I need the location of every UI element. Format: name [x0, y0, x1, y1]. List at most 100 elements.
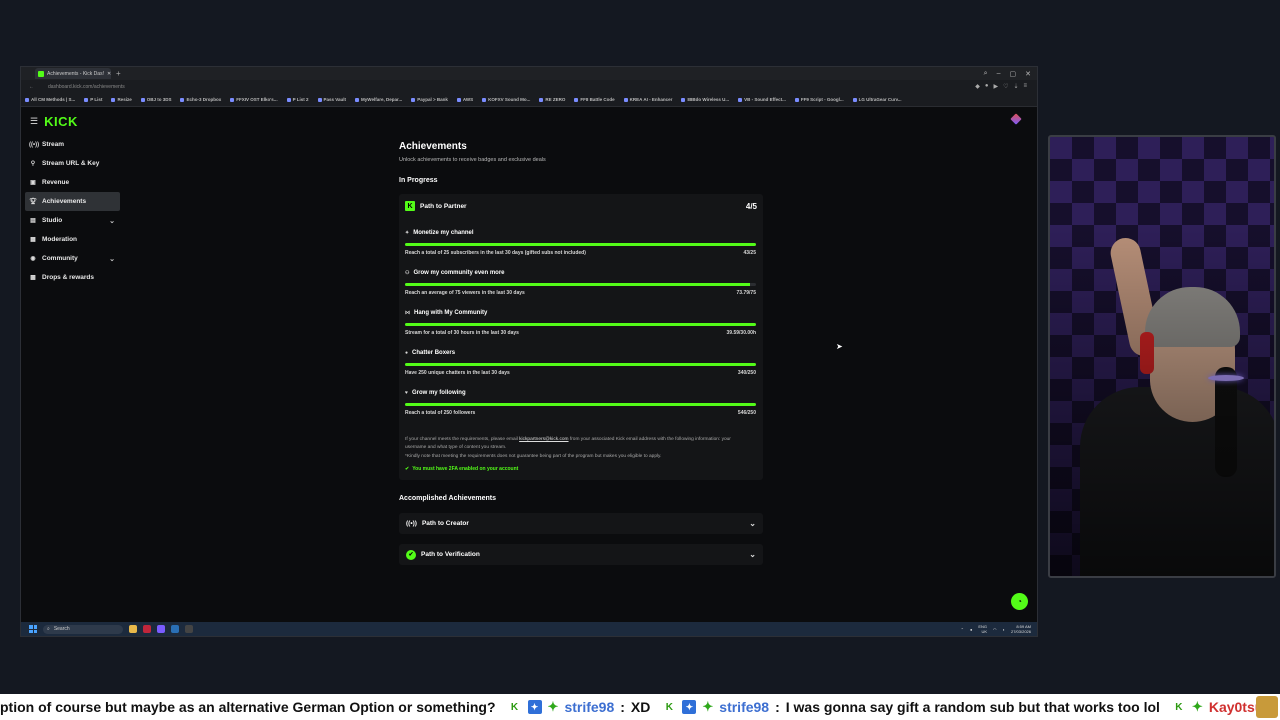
chevron-down-icon[interactable]: ⌄: [749, 550, 756, 559]
app-icon[interactable]: [185, 625, 193, 633]
bookmark[interactable]: P List 2: [286, 97, 309, 102]
extension-icon[interactable]: ◆: [975, 83, 980, 90]
goal-title: Grow my following: [411, 389, 466, 396]
goal-value: 43/25: [743, 250, 756, 256]
mic-icon[interactable]: ●: [970, 627, 972, 632]
new-tab-icon[interactable]: +: [116, 69, 121, 78]
search-tabs-icon[interactable]: ⌕: [984, 70, 988, 78]
file-explorer-icon[interactable]: [129, 625, 137, 633]
goal-description: Have 250 unique chatters in the last 30 …: [405, 370, 510, 376]
bookmark[interactable]: RE ZERO: [539, 97, 565, 102]
sidebar-item-label: Community: [42, 255, 78, 262]
kick-logo[interactable]: KICK: [44, 114, 78, 129]
sidebar-item-revenue[interactable]: ▣ Revenue: [25, 173, 120, 192]
close-tab-icon[interactable]: ✕: [107, 71, 111, 77]
gift-icon: ▩: [30, 275, 36, 281]
hamburger-icon[interactable]: ☰: [30, 116, 38, 127]
note-text: If your channel meets the requirements, …: [405, 437, 518, 442]
chat-ticker: ption of course but maybe as an alternat…: [0, 694, 1280, 720]
profile-avatar-icon[interactable]: [1010, 113, 1022, 125]
partner-email-link[interactable]: kickpartners@kick.com: [519, 437, 568, 442]
goal-description: Reach a total of 25 subscribers in the l…: [405, 250, 586, 256]
taskbar-search[interactable]: ⌕ Search: [43, 624, 123, 634]
goal-title: Chatter Boxers: [412, 349, 456, 356]
bookmark[interactable]: AWS: [456, 97, 473, 102]
goal-item: ♥ Grow my following Reach a total of 250 …: [405, 388, 756, 416]
menu-icon[interactable]: ≡: [1023, 83, 1027, 90]
bookmark[interactable]: All CM Methods | S...: [25, 97, 75, 102]
progress-fill: [405, 403, 756, 406]
bookmarks-bar: All CM Methods | S... P List Resize OBJ …: [21, 93, 1037, 107]
chevron-down-icon: ⌄: [109, 217, 115, 225]
bookmark[interactable]: KOFXV Sound Mo...: [482, 97, 530, 102]
steam-icon[interactable]: [171, 625, 179, 633]
achievement-title: Path to Verification: [421, 551, 480, 558]
sidebar-item-achievements[interactable]: 🏆︎ Achievements: [25, 192, 120, 211]
bookmark[interactable]: FF8 Battle Code: [574, 97, 615, 102]
sidebar-item-studio[interactable]: ▤ Studio ⌄: [25, 211, 120, 230]
card-title: Path to Partner: [420, 202, 467, 210]
chevron-down-icon: ⌄: [109, 255, 115, 263]
path-to-creator-row[interactable]: ((•)) Path to Creator ⌄: [399, 513, 763, 534]
sidebar-item-moderation[interactable]: ▦ Moderation: [25, 230, 120, 249]
bookmark[interactable]: MyWelfare, Depar...: [355, 97, 402, 102]
goal-item: ⋈ Hang with My Community Stream for a tot…: [405, 308, 756, 336]
bookmark[interactable]: Pass Vault: [317, 97, 346, 102]
bookmark[interactable]: FF9 Script - Googl...: [794, 97, 844, 102]
browser-window: Achievements - Kick Das! ✕ + ⌕ – ▢ ✕ ← d…: [20, 66, 1038, 637]
language-indicator[interactable]: ENG UK: [978, 624, 987, 634]
chat-username: strife98: [564, 699, 615, 715]
path-to-verification-row[interactable]: ✔ Path to Verification ⌄: [399, 544, 763, 565]
twofa-text: You must have 2FA enabled on your accoun…: [412, 466, 519, 472]
help-chat-button[interactable]: ◔: [1011, 593, 1028, 610]
goal-description: Reach a total of 250 followers: [405, 410, 476, 416]
bookmark[interactable]: FFXIV OST Elko's...: [230, 97, 278, 102]
bookmark[interactable]: KREA AI - Enhancer: [623, 97, 672, 102]
discord-icon[interactable]: [157, 625, 165, 633]
bookmark[interactable]: VB - Sound Effect...: [738, 97, 786, 102]
logo-row: ☰ KICK: [30, 114, 78, 129]
bookmark[interactable]: Echo-3 Dropbox: [180, 97, 221, 102]
volume-icon[interactable]: ◖: [1003, 627, 1005, 632]
sidebar-item-label: Achievements: [42, 198, 87, 205]
sidebar-item-label: Studio: [42, 217, 63, 224]
bookmark[interactable]: LG UltraGear Curv...: [852, 97, 902, 102]
chevron-down-icon[interactable]: ⌄: [749, 519, 756, 528]
page-subtitle: Unlock achievements to receive badges an…: [399, 157, 546, 163]
maximize-icon[interactable]: ▢: [1010, 70, 1017, 78]
url-field[interactable]: dashboard.kick.com/achievements: [48, 84, 125, 90]
chat-text: XD: [630, 699, 651, 715]
sidebar-item-drops[interactable]: ▩ Drops & rewards: [25, 268, 120, 287]
wifi-icon[interactable]: ◠: [993, 627, 997, 632]
download-icon[interactable]: ⇣: [1013, 83, 1018, 90]
close-window-icon[interactable]: ✕: [1025, 70, 1031, 78]
clock[interactable]: 8:59 AM 27/03/2026: [1011, 624, 1031, 634]
minimize-icon[interactable]: –: [997, 70, 1001, 78]
goal-title: Monetize my channel: [413, 229, 474, 236]
achievement-title: Path to Creator: [421, 520, 469, 527]
extension-icon[interactable]: ●: [985, 83, 989, 90]
studio-icon: ▤: [30, 218, 36, 224]
extension-icon[interactable]: ♡: [1003, 83, 1008, 90]
extension-icon[interactable]: ▶: [993, 83, 998, 90]
browser-tab[interactable]: Achievements - Kick Das! ✕: [35, 68, 111, 79]
app-icon[interactable]: [143, 625, 151, 633]
bookmark[interactable]: 88Bdo Wireless U...: [681, 97, 729, 102]
bookmark[interactable]: Paypal > Bank: [411, 97, 448, 102]
address-bar: ← dashboard.kick.com/achievements ◆ ● ▶ …: [21, 80, 1037, 93]
chat-avatar: [1256, 696, 1278, 718]
in-progress-heading: In Progress: [399, 177, 438, 184]
sidebar-item-community[interactable]: ◉ Community ⌄: [25, 249, 120, 268]
bookmark[interactable]: OBJ to 3DS: [140, 97, 171, 102]
chevron-up-icon[interactable]: ⌃: [961, 627, 964, 632]
sidebar-item-label: Drops & rewards: [42, 274, 95, 281]
bookmark[interactable]: P List: [84, 97, 102, 102]
back-icon[interactable]: ←: [29, 84, 34, 90]
bookmark[interactable]: Resize: [111, 97, 132, 102]
goal-value: 73.79/75: [736, 290, 756, 296]
windows-start-icon[interactable]: [29, 625, 37, 633]
goal-value: 39.59/30.00h: [726, 330, 756, 336]
sidebar-item-stream[interactable]: ((•)) Stream: [25, 135, 120, 154]
sidebar-item-stream-url[interactable]: ⚲ Stream URL & Key: [25, 154, 120, 173]
chat-icon: ●: [405, 349, 409, 356]
